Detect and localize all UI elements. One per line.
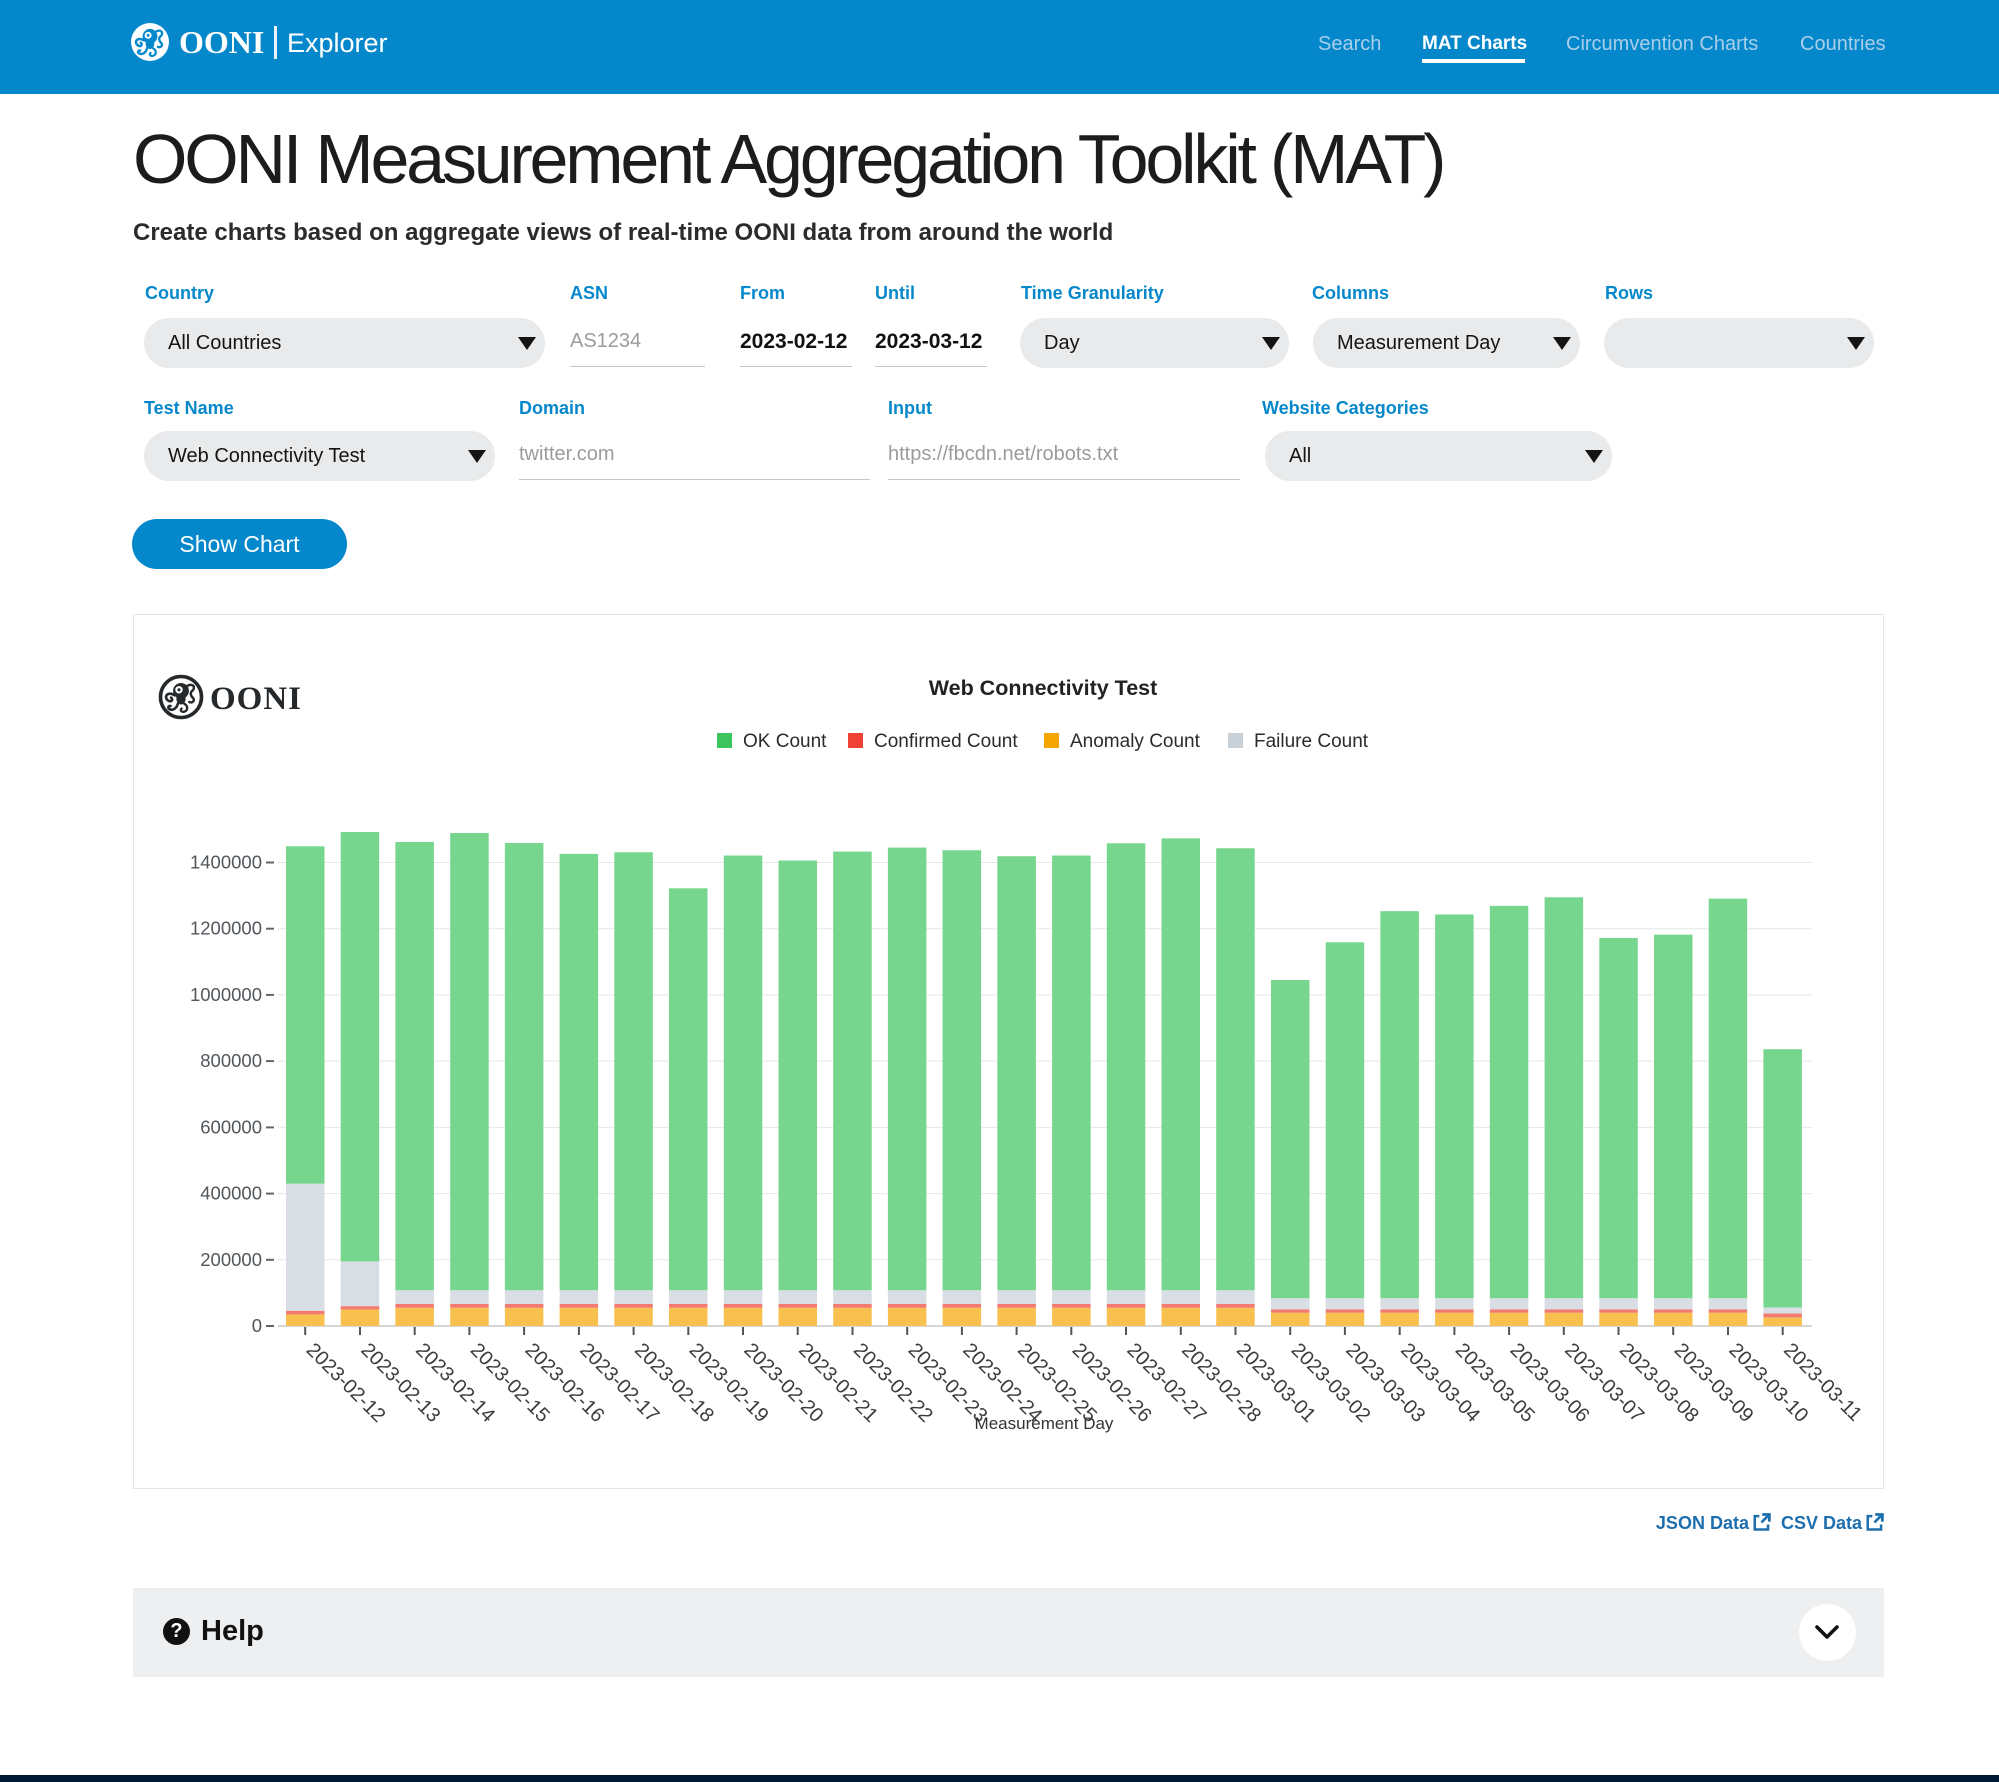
svg-text:600000: 600000 [200,1116,262,1137]
svg-text:OK Count: OK Count [743,731,827,752]
svg-text:400000: 400000 [200,1183,262,1204]
svg-text:1200000: 1200000 [190,918,262,939]
svg-text:0: 0 [252,1315,262,1336]
svg-text:Confirmed Count: Confirmed Count [874,731,1018,752]
svg-text:200000: 200000 [200,1249,262,1270]
svg-text:Failure Count: Failure Count [1254,731,1369,752]
svg-text:1400000: 1400000 [190,852,262,873]
svg-text:Measurement Day: Measurement Day [975,1414,1114,1433]
svg-text:Web Connectivity Test: Web Connectivity Test [929,676,1158,700]
svg-text:800000: 800000 [200,1050,262,1071]
svg-text:OONI: OONI [210,681,302,717]
svg-text:Anomaly Count: Anomaly Count [1070,731,1201,752]
svg-text:1000000: 1000000 [190,984,262,1005]
